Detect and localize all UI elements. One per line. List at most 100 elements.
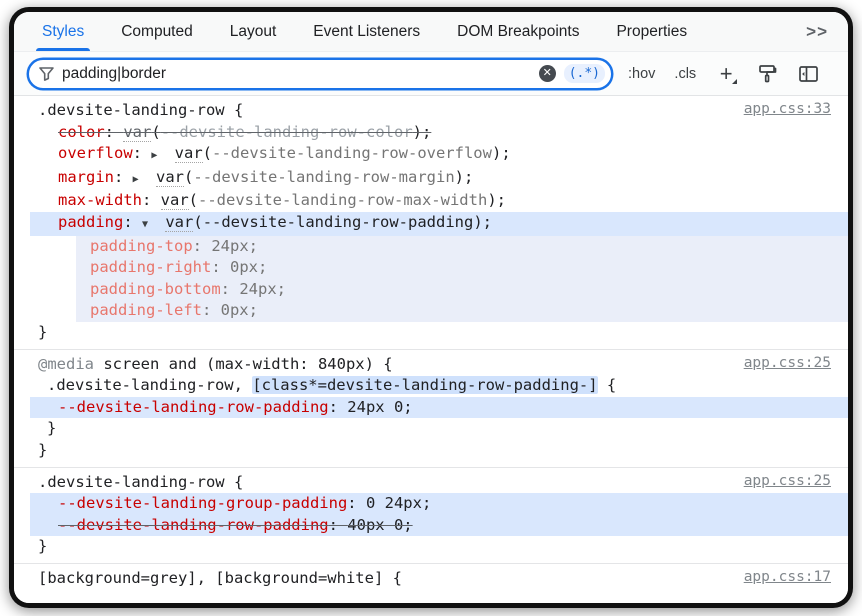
css-declaration-line[interactable]: max-width: var(--devsite-landing-row-max… bbox=[14, 190, 848, 212]
css-declaration-line[interactable]: padding-bottom: 24px; bbox=[14, 279, 848, 301]
css-declaration-line[interactable]: padding: ▼ var(--devsite-landing-row-pad… bbox=[14, 212, 848, 236]
css-punctuation: ( bbox=[151, 123, 160, 141]
style-filter-input[interactable] bbox=[62, 65, 539, 83]
css-punctuation: : bbox=[133, 144, 152, 162]
tab-computed[interactable]: Computed bbox=[119, 12, 195, 51]
css-longhand-property-name: padding-left bbox=[90, 301, 202, 319]
css-punctuation: screen and (max-width: 840px) { bbox=[94, 355, 393, 373]
filter-box: ✕ (.*) bbox=[28, 59, 612, 89]
css-selector-line[interactable]: .devsite-landing-row { bbox=[14, 100, 848, 122]
css-punctuation: ); bbox=[492, 144, 511, 162]
css-punctuation bbox=[156, 213, 165, 231]
css-selector-line[interactable]: [background=grey], [background=white] { bbox=[14, 568, 848, 590]
css-selector-line[interactable]: .devsite-landing-row { bbox=[14, 472, 848, 494]
clear-filter-icon[interactable]: ✕ bbox=[539, 65, 556, 82]
css-longhand-property-name: padding-right bbox=[90, 258, 211, 276]
dock-side-toggle-icon[interactable] bbox=[797, 63, 820, 85]
filter-funnel-icon bbox=[39, 67, 54, 81]
css-declaration-line[interactable]: padding-right: 0px; bbox=[14, 257, 848, 279]
css-brace-line: } bbox=[14, 440, 848, 462]
stylesheet-source-link[interactable]: app.css:25 bbox=[744, 473, 831, 489]
css-var-function: var bbox=[161, 191, 189, 210]
css-var-function: var bbox=[156, 168, 184, 187]
css-declaration-line[interactable]: margin: ▶ var(--devsite-landing-row-marg… bbox=[14, 167, 848, 191]
css-longhand-value: : 0px; bbox=[202, 301, 258, 319]
plus-menu-corner-icon bbox=[732, 79, 737, 84]
stylesheet-source-link[interactable]: app.css:17 bbox=[744, 569, 831, 585]
expand-arrow-icon[interactable]: ▶ bbox=[133, 169, 147, 191]
css-var-name: --devsite-landing-row-max-width bbox=[198, 191, 487, 209]
css-var-name: --devsite-landing-row-margin bbox=[193, 168, 454, 186]
css-property-name: margin bbox=[58, 168, 114, 186]
css-declaration-line[interactable]: --devsite-landing-group-padding: 0 24px; bbox=[14, 493, 848, 515]
css-var-function: var bbox=[165, 213, 193, 232]
css-punctuation: ( bbox=[184, 168, 193, 186]
devtools-window-frame: Styles Computed Layout Event Listeners DOM B… bbox=[9, 7, 853, 608]
css-brace-line: } bbox=[14, 418, 848, 440]
new-style-rule-button[interactable]: + bbox=[715, 63, 737, 85]
css-declaration-line[interactable]: --devsite-landing-row-padding: 24px 0; bbox=[14, 397, 848, 419]
css-punctuation: : bbox=[347, 494, 366, 512]
more-tabs-icon[interactable]: >> bbox=[800, 20, 834, 44]
css-at-rule-keyword: @media bbox=[38, 355, 94, 373]
css-property-name: padding bbox=[58, 213, 123, 231]
css-value: 0 24px; bbox=[366, 494, 431, 512]
expand-arrow-icon[interactable]: ▼ bbox=[142, 214, 156, 236]
stylesheet-source-link[interactable]: app.css:33 bbox=[744, 101, 831, 117]
css-longhand-property-name: padding-top bbox=[90, 237, 193, 255]
style-rule-section: app.css:25.devsite-landing-row {--devsit… bbox=[14, 468, 848, 564]
css-selector-match: [class*=devsite-landing-row-padding-] bbox=[252, 376, 597, 394]
css-declaration-line[interactable]: padding-left: 0px; bbox=[14, 300, 848, 322]
tab-event-listeners[interactable]: Event Listeners bbox=[311, 12, 422, 51]
css-property-name: color bbox=[58, 123, 105, 141]
css-selector-line[interactable]: @media screen and (max-width: 840px) { bbox=[14, 354, 848, 376]
tab-properties[interactable]: Properties bbox=[614, 12, 689, 51]
css-punctuation: { bbox=[598, 376, 617, 394]
css-punctuation: { bbox=[225, 473, 244, 491]
css-property-name: overflow bbox=[58, 144, 133, 162]
css-punctuation: : bbox=[142, 191, 161, 209]
css-punctuation: ( bbox=[189, 191, 198, 209]
css-punctuation bbox=[147, 168, 156, 186]
css-selector: .devsite-landing-row bbox=[38, 101, 225, 119]
tab-styles[interactable]: Styles bbox=[40, 12, 86, 51]
devtools-styles-panel: Styles Computed Layout Event Listeners DOM B… bbox=[14, 12, 848, 603]
style-rule-section: app.css:25@media screen and (max-width: … bbox=[14, 350, 848, 468]
css-var-name: --devsite-landing-row-overflow bbox=[212, 144, 492, 162]
css-longhand-value: : 24px; bbox=[193, 237, 258, 255]
css-declaration-line[interactable]: color: var(--devsite-landing-row-color); bbox=[14, 122, 848, 144]
css-selector: [background=grey], [background=white] bbox=[38, 569, 383, 587]
css-var-name: --devsite-landing-row-color bbox=[161, 123, 413, 141]
css-longhand-property-name: padding-bottom bbox=[90, 280, 221, 298]
css-declaration-line[interactable]: padding-top: 24px; bbox=[14, 236, 848, 258]
css-property-name: --devsite-landing-row-padding bbox=[58, 398, 329, 416]
css-punctuation: { bbox=[383, 569, 402, 587]
css-value: 40px 0; bbox=[347, 516, 412, 534]
css-punctuation: { bbox=[225, 101, 244, 119]
expand-arrow-icon[interactable]: ▶ bbox=[151, 145, 165, 167]
css-selector-line[interactable]: .devsite-landing-row, [class*=devsite-la… bbox=[14, 375, 848, 397]
rendering-emulation-icon[interactable] bbox=[756, 63, 778, 85]
css-longhand-value: : 0px; bbox=[211, 258, 267, 276]
css-punctuation: ); bbox=[487, 191, 506, 209]
css-punctuation: ); bbox=[473, 213, 492, 231]
css-punctuation: : bbox=[329, 516, 348, 534]
styles-toolbar: ✕ (.*) :hov .cls + bbox=[14, 52, 848, 96]
css-property-name: max-width bbox=[58, 191, 142, 209]
tab-layout[interactable]: Layout bbox=[228, 12, 279, 51]
css-property-name: --devsite-landing-group-padding bbox=[58, 494, 347, 512]
toolbar-actions: :hov .cls + bbox=[628, 63, 820, 85]
css-punctuation: ( bbox=[193, 213, 202, 231]
tab-dom-breakpoints[interactable]: DOM Breakpoints bbox=[455, 12, 581, 51]
element-classes-button[interactable]: .cls bbox=[674, 66, 696, 82]
style-rule-section: app.css:33.devsite-landing-row {color: v… bbox=[14, 96, 848, 350]
stylesheet-source-link[interactable]: app.css:25 bbox=[744, 355, 831, 371]
css-punctuation: : bbox=[123, 213, 142, 231]
css-declaration-line[interactable]: --devsite-landing-row-padding: 40px 0; bbox=[14, 515, 848, 537]
toggle-element-state-button[interactable]: :hov bbox=[628, 66, 655, 82]
devtools-tab-bar: Styles Computed Layout Event Listeners DOM B… bbox=[14, 12, 848, 52]
css-declaration-line[interactable]: overflow: ▶ var(--devsite-landing-row-ov… bbox=[14, 143, 848, 167]
css-selector: .devsite-landing-row, bbox=[47, 376, 243, 394]
regex-toggle[interactable]: (.*) bbox=[564, 64, 605, 83]
css-punctuation: ); bbox=[413, 123, 432, 141]
